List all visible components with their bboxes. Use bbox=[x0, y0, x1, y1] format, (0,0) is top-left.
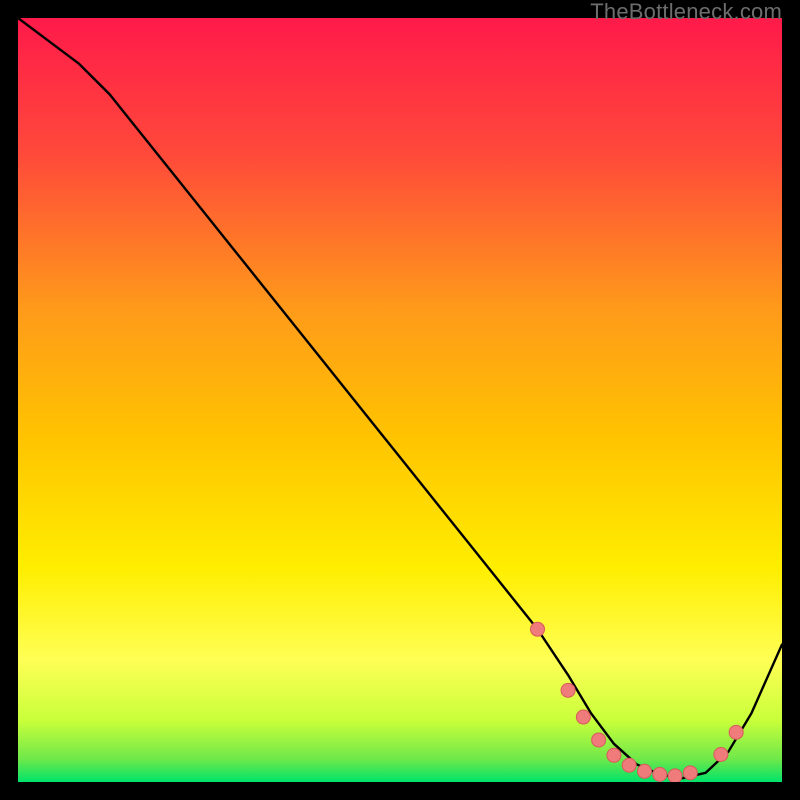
bottleneck-chart bbox=[18, 18, 782, 782]
data-marker bbox=[576, 710, 590, 724]
data-marker bbox=[729, 725, 743, 739]
data-marker bbox=[561, 683, 575, 697]
attribution-text: TheBottleneck.com bbox=[590, 0, 782, 22]
data-marker bbox=[592, 733, 606, 747]
data-marker bbox=[653, 767, 667, 781]
data-marker bbox=[531, 622, 545, 636]
data-marker bbox=[607, 748, 621, 762]
gradient-background bbox=[18, 18, 782, 782]
data-marker bbox=[637, 764, 651, 778]
data-marker bbox=[622, 758, 636, 772]
data-marker bbox=[683, 766, 697, 780]
chart-svg bbox=[18, 18, 782, 782]
data-marker bbox=[668, 769, 682, 782]
data-marker bbox=[714, 748, 728, 762]
